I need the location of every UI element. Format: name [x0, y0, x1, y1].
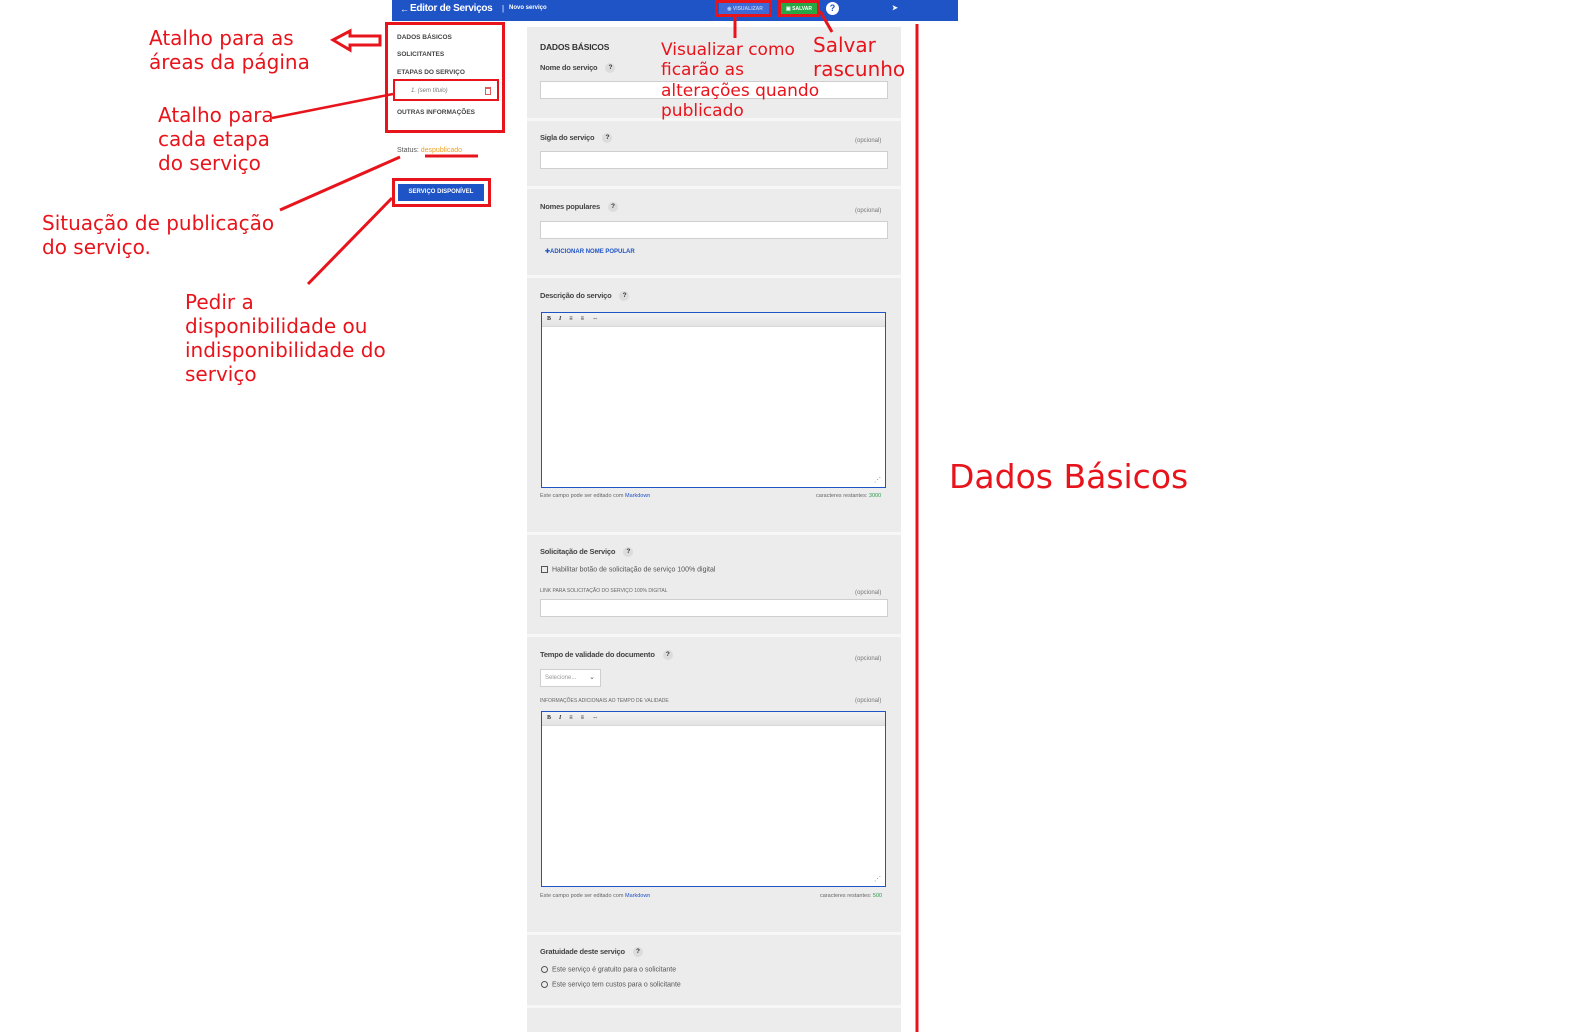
optional-tag: (opcional)	[855, 208, 882, 214]
trash-icon[interactable]	[485, 87, 491, 95]
radio-button[interactable]	[541, 966, 548, 973]
save-highlight-box	[778, 0, 820, 17]
annotation-atalho-areas: Atalho para as áreas da página	[149, 26, 310, 74]
populares-input[interactable]	[540, 221, 888, 239]
status-line: Status: despublicado	[397, 147, 462, 154]
chevron-down-icon: ⌄	[589, 674, 595, 681]
bullet-list-button[interactable]: ≡	[569, 715, 572, 721]
nav-item-etapas[interactable]: ETAPAS DO SERVIÇO	[397, 69, 465, 76]
help-icon[interactable]: ?	[605, 63, 616, 74]
section-divider	[527, 275, 901, 278]
radio-cost-row[interactable]: Este serviço tem custos para o solicitan…	[541, 981, 681, 988]
italic-button[interactable]: I	[559, 715, 561, 721]
section-divider	[527, 634, 901, 637]
page-subtitle: Novo serviço	[509, 5, 547, 11]
annotation-atalho-etapa: Atalho para cada etapa do serviço	[158, 103, 274, 175]
annotation-salvar: Salvar rascunho	[813, 33, 906, 81]
annotation-dados-basicos: Dados Básicos	[949, 457, 1189, 496]
help-button[interactable]: ?	[826, 2, 839, 15]
optional-tag: (opcional)	[855, 656, 882, 662]
section-divider	[527, 1005, 901, 1008]
section-divider	[527, 532, 901, 535]
resize-grip-icon[interactable]: ⋰	[874, 476, 881, 484]
help-icon[interactable]: ?	[662, 650, 673, 661]
validity-info-editor[interactable]: B I ≡ ≡ ⇔ ⋰	[541, 711, 886, 887]
field-label-solicitacao: Solicitação de Serviço?	[540, 547, 634, 558]
markdown-hint: Este campo pode ser editado com Markdown	[540, 893, 651, 899]
optional-tag: (opcional)	[855, 590, 882, 596]
checkbox[interactable]	[541, 566, 548, 573]
digital-request-checkbox-row[interactable]: Habilitar botão de solicitação de serviç…	[541, 566, 715, 573]
optional-tag: (opcional)	[855, 138, 882, 144]
optional-tag: (opcional)	[855, 698, 882, 704]
field-label-descricao: Descrição do serviço?	[540, 291, 630, 302]
link-caption: LINK PARA SOLICITAÇÃO DO SERVIÇO 100% DI…	[540, 588, 668, 594]
nav-item-dados-basicos[interactable]: DADOS BÁSICOS	[397, 34, 452, 41]
link-button[interactable]: ⇔	[592, 715, 598, 721]
chars-remaining: caracteres restantes: 500	[820, 893, 883, 899]
bullet-list-button[interactable]: ≡	[569, 316, 572, 322]
radio-free-row[interactable]: Este serviço é gratuito para o solicitan…	[541, 966, 676, 973]
markdown-link[interactable]: Markdown	[625, 493, 650, 499]
validity-select[interactable]: Selecione... ⌄	[540, 669, 601, 687]
annotation-pedir: Pedir a disponibilidade ou indisponibili…	[185, 290, 386, 386]
editor-toolbar: B I ≡ ≡ ⇔	[542, 712, 885, 726]
top-bar: ← Editor de Serviços | Novo serviço ◉ VI…	[392, 0, 958, 21]
section-title: DADOS BÁSICOS	[540, 42, 610, 52]
arrow-avail-line	[306, 196, 394, 286]
italic-button[interactable]: I	[559, 316, 561, 322]
exit-icon[interactable]: ➤	[892, 4, 901, 13]
digital-link-input[interactable]	[540, 599, 888, 617]
status-value: despublicado	[420, 147, 463, 154]
chars-remaining: caracteres restantes: 3000	[816, 493, 882, 499]
field-label-gratuidade: Gratuidade deste serviço?	[540, 947, 643, 958]
annotation-visualizar: Visualizar como ficarão as alterações qu…	[661, 40, 820, 122]
help-icon[interactable]: ?	[607, 202, 618, 213]
numbered-list-button[interactable]: ≡	[581, 316, 584, 322]
help-icon[interactable]: ?	[619, 291, 630, 302]
section-divider	[527, 932, 901, 935]
arrow-step-line	[271, 92, 394, 120]
service-available-button[interactable]: SERVIÇO DISPONÍVEL	[398, 184, 484, 201]
arrow-left-icon[interactable]: ←	[400, 4, 409, 14]
app-title: Editor de Serviços	[410, 3, 493, 14]
bold-button[interactable]: B	[547, 715, 551, 721]
arrow-left-icon	[329, 28, 382, 53]
help-icon[interactable]: ?	[623, 547, 634, 558]
field-label-validade: Tempo de validade do documento?	[540, 650, 673, 661]
markdown-link[interactable]: Markdown	[625, 893, 650, 899]
markdown-hint: Este campo pode ser editado com Markdown	[540, 493, 651, 499]
field-label-populares: Nomes populares?	[540, 202, 618, 213]
descricao-editor[interactable]: B I ≡ ≡ ⇔ ⋰	[541, 312, 886, 488]
add-popular-name-link[interactable]: ✚ADICIONAR NOME POPULAR	[545, 248, 635, 255]
title-separator: |	[502, 4, 505, 13]
help-icon[interactable]: ?	[632, 947, 643, 958]
arrow-status-line	[279, 155, 401, 212]
nav-item-solicitantes[interactable]: SOLICITANTES	[397, 51, 444, 58]
visualize-highlight-box	[715, 0, 772, 17]
radio-button[interactable]	[541, 981, 548, 988]
sigla-input[interactable]	[540, 151, 888, 169]
field-label-nome: Nome do serviço?	[540, 63, 616, 74]
field-label-sigla: Sigla do serviço?	[540, 133, 613, 144]
section-divider	[527, 186, 901, 189]
numbered-list-button[interactable]: ≡	[581, 715, 584, 721]
nav-item-outras[interactable]: OUTRAS INFORMAÇÕES	[397, 109, 475, 116]
status-label: Status:	[397, 147, 419, 154]
bold-button[interactable]: B	[547, 316, 551, 322]
resize-grip-icon[interactable]: ⋰	[874, 875, 881, 883]
annotation-situacao: Situação de publicação do serviço.	[42, 211, 275, 259]
help-icon[interactable]: ?	[602, 133, 613, 144]
editor-toolbar: B I ≡ ≡ ⇔	[542, 313, 885, 327]
nav-step-item[interactable]: 1. (sem título)	[411, 88, 448, 94]
link-button[interactable]: ⇔	[592, 316, 598, 322]
info-caption: INFORMAÇÕES ADICIONAIS AO TEMPO DE VALID…	[540, 698, 669, 704]
